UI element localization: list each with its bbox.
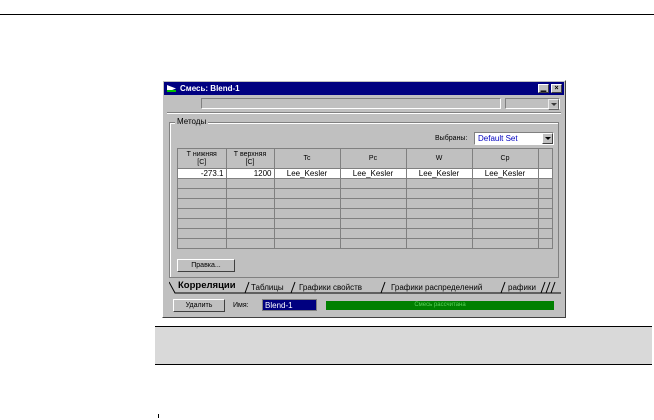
methods-table: Т нижняя [C] Т верхняя [C] Tc Pc W Cp -273… [177,148,553,249]
tab-plots[interactable]: рафики [508,282,536,293]
tab-strip: Корреляции Таблицы Графики свойств Графи… [169,280,561,294]
col-header-t-upper: Т верхняя [C] [226,149,275,169]
text-cursor [158,414,159,418]
cell-extra [538,168,552,179]
col-header-pc: Pc [340,149,407,169]
table-row-empty [178,198,552,209]
methods-group-label: Методы [175,117,209,126]
name-label: Имя: [233,302,249,309]
cell-t-lower[interactable]: -273.1 [178,168,227,179]
selected-label: Выбраны: [435,135,468,142]
edit-button[interactable]: Правка... [177,259,235,272]
table-row-empty [178,228,552,239]
cell-tc[interactable]: Lee_Kesler [274,168,341,179]
col-header-extra [538,149,552,169]
tab-tables[interactable]: Таблицы [251,282,284,293]
separator [167,112,561,114]
chevron-down-icon [548,99,559,110]
tab-distribution-plots[interactable]: Графики распределений [391,282,482,293]
table-row-empty [178,238,552,248]
blend-window: Смесь: Blend-1 ▁ × Методы Выбраны: Defau… [162,80,566,318]
title-bar: Смесь: Blend-1 ▁ × [164,82,564,95]
table-row-empty [178,208,552,219]
table-row-empty [178,178,552,189]
col-header-w: W [406,149,473,169]
table-row: -273.1 1200 Lee_Kesler Lee_Kesler Lee_Ke… [178,168,552,179]
tab-correlations[interactable]: Корреляции [178,280,236,291]
cell-cp[interactable]: Lee_Kesler [472,168,539,179]
method-set-dropdown[interactable]: Default Set [474,132,554,145]
table-row-empty [178,188,552,199]
col-header-cp: Cp [472,149,539,169]
col-header-t-lower: Т нижняя [C] [178,149,227,169]
cell-w[interactable]: Lee_Kesler [406,168,473,179]
note-band [155,326,652,365]
cell-pc[interactable]: Lee_Kesler [340,168,407,179]
top-rule [0,14,654,15]
cell-t-upper[interactable]: 1200 [226,168,275,179]
app-icon [167,85,176,92]
table-row-empty [178,218,552,229]
blend-name-strip [201,98,501,109]
chevron-down-icon[interactable] [542,133,553,144]
minimize-button[interactable]: ▁ [538,84,549,93]
close-button[interactable]: × [551,84,562,93]
window-title: Смесь: Blend-1 [180,84,240,93]
name-field[interactable]: Blend-1 [262,299,317,311]
stream-selector[interactable] [505,98,560,110]
status-bar: Смесь рассчитана [326,301,554,310]
delete-button[interactable]: Удалить [173,299,225,312]
method-set-value: Default Set [478,134,518,143]
col-header-tc: Tc [274,149,341,169]
tab-property-plots[interactable]: Графики свойств [299,282,362,293]
